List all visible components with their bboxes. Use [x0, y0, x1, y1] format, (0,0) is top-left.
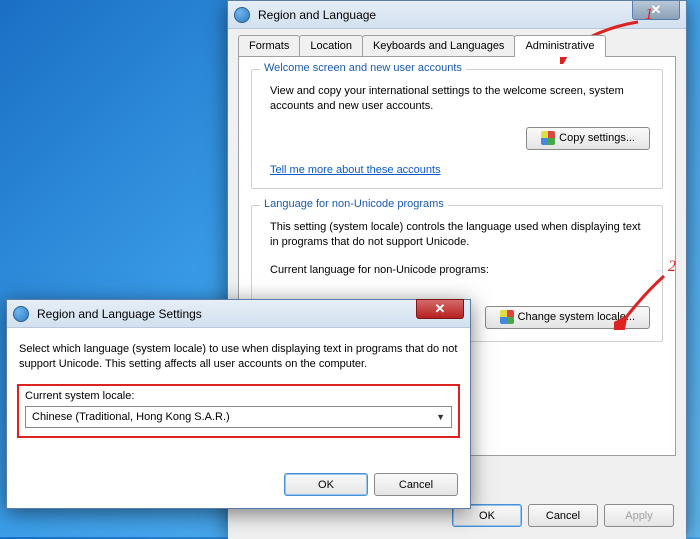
- system-locale-dropdown[interactable]: Chinese (Traditional, Hong Kong S.A.R.) …: [25, 406, 452, 428]
- titlebar-main[interactable]: Region and Language ✕: [228, 1, 686, 29]
- group-welcome-screen: Welcome screen and new user accounts Vie…: [251, 69, 663, 189]
- system-locale-value: Chinese (Traditional, Hong Kong S.A.R.): [32, 411, 230, 423]
- cancel-button-main[interactable]: Cancel: [528, 504, 598, 527]
- globe-icon: [234, 7, 250, 23]
- globe-icon: [13, 306, 29, 322]
- window-title-settings: Region and Language Settings: [33, 307, 464, 321]
- region-language-settings-dialog: Region and Language Settings ✕ Select wh…: [6, 299, 471, 509]
- welcome-description: View and copy your international setting…: [264, 84, 650, 115]
- tab-formats[interactable]: Formats: [238, 35, 300, 57]
- current-language-label: Current language for non-Unicode program…: [264, 263, 650, 278]
- settings-description: Select which language (system locale) to…: [19, 342, 458, 372]
- titlebar-settings[interactable]: Region and Language Settings ✕: [7, 300, 470, 328]
- nonunicode-description: This setting (system locale) controls th…: [264, 220, 650, 251]
- tab-keyboards[interactable]: Keyboards and Languages: [362, 35, 516, 57]
- tab-strip: Formats Location Keyboards and Languages…: [238, 35, 676, 57]
- ok-button-settings[interactable]: OK: [284, 473, 368, 496]
- close-button-settings[interactable]: ✕: [416, 299, 464, 319]
- close-button[interactable]: ✕: [632, 0, 680, 20]
- change-system-locale-button[interactable]: Change system locale...: [485, 306, 650, 329]
- window-title: Region and Language: [254, 8, 680, 22]
- annotation-number-1: 1: [645, 6, 653, 24]
- apply-button-main: Apply: [604, 504, 674, 527]
- group-legend-welcome: Welcome screen and new user accounts: [260, 62, 466, 74]
- cancel-button-settings[interactable]: Cancel: [374, 473, 458, 496]
- annotation-number-2: 2: [668, 258, 676, 276]
- chevron-down-icon: ▼: [436, 412, 445, 422]
- group-legend-nonunicode: Language for non-Unicode programs: [260, 198, 448, 210]
- tell-me-more-link[interactable]: Tell me more about these accounts: [270, 164, 441, 176]
- current-locale-label: Current system locale:: [25, 390, 452, 402]
- copy-settings-button[interactable]: Copy settings...: [526, 127, 650, 150]
- tab-location[interactable]: Location: [299, 35, 363, 57]
- tab-administrative[interactable]: Administrative: [514, 35, 605, 57]
- locale-highlight-box: Current system locale: Chinese (Traditio…: [17, 384, 460, 438]
